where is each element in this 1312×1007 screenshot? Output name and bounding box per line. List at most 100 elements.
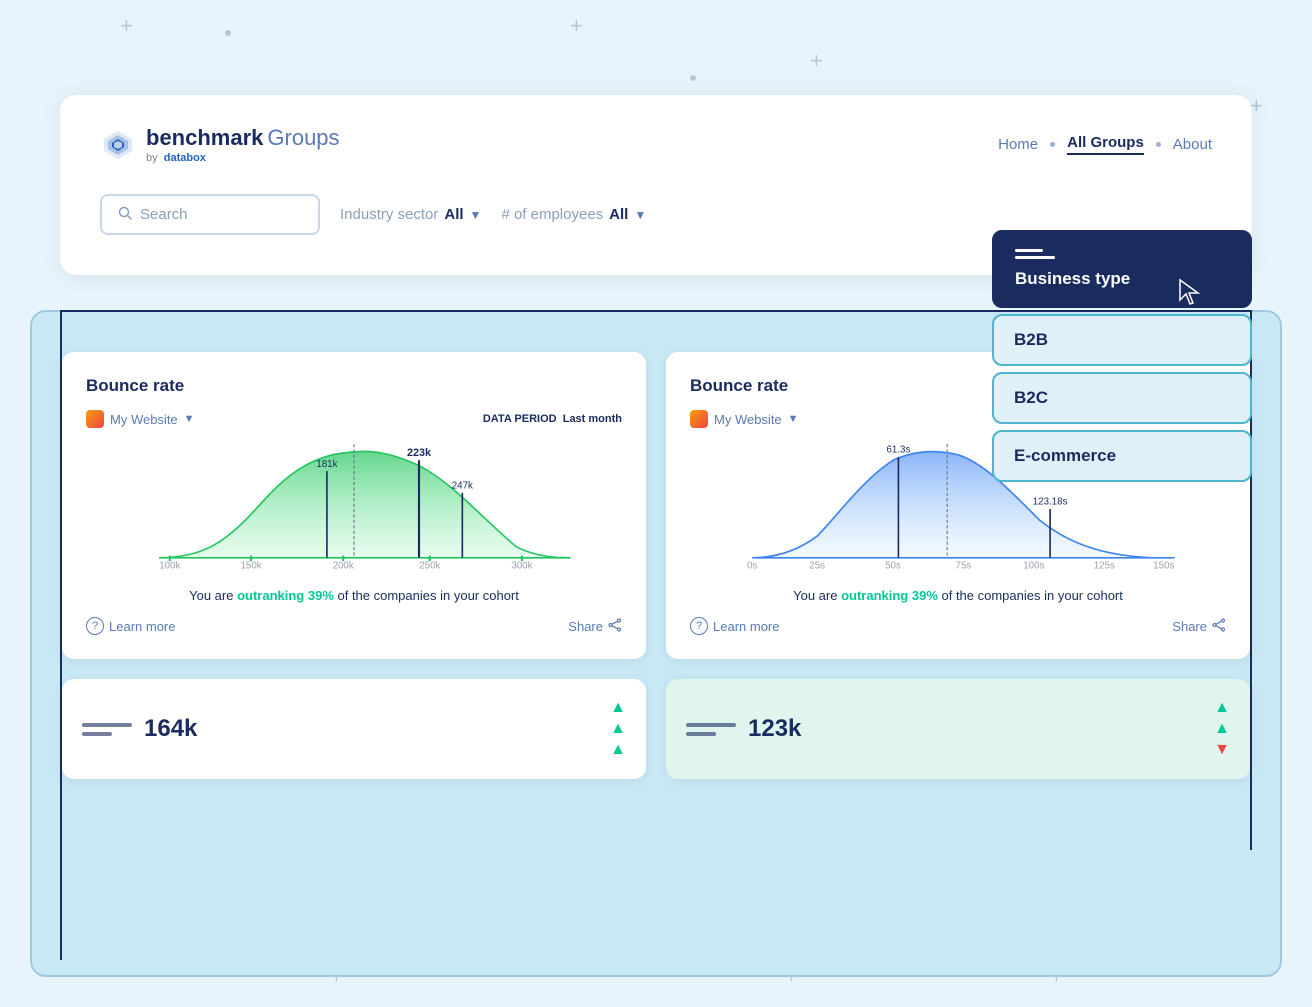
bottom-card-1-arrows: ▲ ▲ ▲	[610, 699, 626, 759]
search-icon	[118, 206, 132, 223]
bc-arrow-up-1: ▲	[610, 699, 626, 717]
benchmark-card-1: Bounce rate My Website ▼ DATA PERIOD Las…	[62, 352, 646, 659]
search-box[interactable]: Search	[100, 194, 320, 235]
bottom-card-2: 123k ▲ ▲ ▼	[666, 679, 1250, 779]
source-icon-2	[690, 410, 708, 428]
bc-arrow-up-2: ▲	[610, 720, 626, 738]
learn-more-icon-2: ?	[690, 617, 708, 635]
share-1[interactable]: Share	[568, 618, 622, 635]
outranking-text-2: You are	[793, 588, 841, 603]
svg-text:75s: 75s	[956, 561, 972, 572]
databox-word: databox	[164, 152, 206, 164]
groups-word: Groups	[267, 125, 339, 151]
card-2-outranking: You are outranking 39% of the companies …	[690, 588, 1226, 603]
share-icon-2	[1212, 618, 1226, 635]
bc-line-1a	[82, 723, 132, 727]
svg-text:100k: 100k	[159, 561, 180, 572]
learn-more-1[interactable]: ? Learn more	[86, 617, 175, 635]
card-1-outranking: You are outranking 39% of the companies …	[86, 588, 622, 603]
dropdown-header-lines	[1015, 249, 1229, 259]
business-type-header[interactable]: Business type	[992, 230, 1252, 308]
card-1-period: DATA PERIOD Last month	[483, 413, 622, 425]
bottom-card-row: 164k ▲ ▲ ▲ 123k ▲ ▲ ▼	[62, 679, 1250, 779]
share-label-2: Share	[1172, 619, 1207, 634]
bottom-card-1: 164k ▲ ▲ ▲	[62, 679, 646, 779]
card-1-chart: Median 223k 181k 247k 100k 150k 200k 250…	[86, 444, 622, 574]
learn-more-label-2: Learn more	[713, 619, 779, 634]
card-1-actions: ? Learn more Share	[86, 617, 622, 635]
industry-sector-label: Industry sector	[340, 206, 438, 223]
svg-text:100s: 100s	[1023, 561, 1044, 572]
card-1-title: Bounce rate	[86, 376, 622, 396]
bottom-card-1-lines	[82, 723, 132, 736]
left-border-line	[60, 310, 62, 960]
card-1-source-name: My Website	[110, 412, 178, 427]
filter-row: Search Industry sector All ▼ # of employ…	[100, 194, 1212, 235]
industry-sector-arrow: ▼	[470, 208, 482, 222]
card-2-actions: ? Learn more Share	[690, 617, 1226, 635]
share-label-1: Share	[568, 619, 603, 634]
nav-about[interactable]: About	[1173, 136, 1212, 153]
learn-more-label-1: Learn more	[109, 619, 175, 634]
bc-arrow-up-4: ▲	[1214, 699, 1230, 717]
cursor	[1176, 278, 1204, 314]
logo-icon	[100, 127, 136, 163]
outranking-pct-2: outranking 39%	[841, 588, 938, 603]
bottom-card-2-arrows: ▲ ▲ ▼	[1214, 699, 1230, 759]
bottom-card-2-value: 123k	[748, 715, 801, 743]
card-2-source-arrow: ▼	[788, 413, 799, 425]
dropdown-option-ecommerce[interactable]: E-commerce	[992, 430, 1252, 482]
nav-all-groups[interactable]: All Groups	[1067, 134, 1144, 155]
bc-arrow-up-3: ▲	[610, 741, 626, 759]
industry-sector-value: All	[444, 206, 463, 223]
svg-text:61.3s: 61.3s	[886, 445, 910, 456]
employees-arrow: ▼	[634, 208, 646, 222]
card-1-source[interactable]: My Website ▼	[86, 410, 195, 428]
dropdown-line-2	[1015, 256, 1055, 259]
card-2-source[interactable]: My Website ▼	[690, 410, 799, 428]
period-value: Last month	[563, 413, 622, 425]
decorative-plus: +	[810, 50, 823, 72]
dropdown-option-b2b[interactable]: B2B	[992, 314, 1252, 366]
svg-text:25s: 25s	[809, 561, 825, 572]
learn-more-2[interactable]: ? Learn more	[690, 617, 779, 635]
logo: benchmark Groups by databox	[100, 125, 340, 164]
nav-row: benchmark Groups by databox Home All Gro…	[100, 125, 1212, 164]
card-1-source-arrow: ▼	[184, 413, 195, 425]
svg-text:0s: 0s	[747, 561, 757, 572]
employees-filter[interactable]: # of employees All ▼	[501, 206, 646, 223]
svg-text:125s: 125s	[1094, 561, 1115, 572]
svg-text:150s: 150s	[1153, 561, 1174, 572]
industry-sector-filter[interactable]: Industry sector All ▼	[340, 206, 481, 223]
nav-links: Home All Groups About	[998, 134, 1212, 155]
share-icon-1	[608, 618, 622, 635]
svg-text:150k: 150k	[241, 561, 262, 572]
svg-text:247k: 247k	[452, 480, 473, 491]
svg-text:250k: 250k	[419, 561, 440, 572]
period-label: DATA PERIOD	[483, 413, 557, 425]
dropdown-option-b2c[interactable]: B2C	[992, 372, 1252, 424]
nav-home[interactable]: Home	[998, 136, 1038, 153]
card-2-source-name: My Website	[714, 412, 782, 427]
employees-value: All	[609, 206, 628, 223]
search-placeholder: Search	[140, 206, 188, 223]
bc-arrow-down-1: ▼	[1214, 741, 1230, 759]
outranking-pct-1: outranking 39%	[237, 588, 334, 603]
bottom-card-1-value: 164k	[144, 715, 197, 743]
outranking-rest-1: of the companies in your cohort	[334, 588, 519, 603]
svg-text:300k: 300k	[511, 561, 532, 572]
decorative-dot	[690, 75, 696, 81]
svg-text:Median: Median	[929, 444, 965, 445]
decorative-plus: +	[120, 15, 133, 37]
svg-text:181k: 181k	[316, 459, 337, 470]
bc-line-2b	[686, 732, 716, 736]
svg-text:223k: 223k	[407, 447, 432, 459]
outranking-text-1: You are	[189, 588, 237, 603]
bc-line-2a	[686, 723, 736, 727]
source-icon-1	[86, 410, 104, 428]
svg-text:123.18s: 123.18s	[1033, 497, 1068, 508]
share-2[interactable]: Share	[1172, 618, 1226, 635]
business-type-dropdown: Business type B2B B2C E-commerce	[992, 230, 1252, 482]
bottom-card-2-content: 123k ▲ ▲ ▼	[686, 699, 1230, 759]
svg-text:200k: 200k	[333, 561, 354, 572]
